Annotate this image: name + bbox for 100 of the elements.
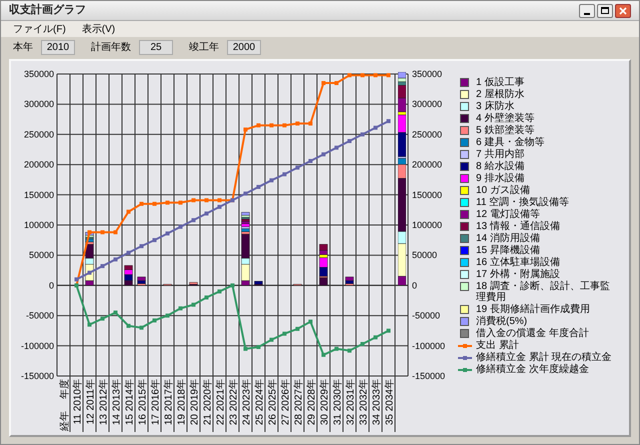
point bbox=[334, 81, 338, 86]
x-axis-label: 28 2027年 bbox=[294, 379, 304, 426]
legend-label: 15 昇降機設備 bbox=[476, 245, 540, 256]
y-axis-label: 300000 bbox=[412, 99, 442, 110]
point bbox=[192, 198, 196, 202]
x-axis-label: 18 2017年 bbox=[164, 379, 174, 426]
point bbox=[152, 238, 156, 242]
minimize-button[interactable] bbox=[579, 4, 595, 18]
point bbox=[360, 73, 364, 78]
point bbox=[178, 200, 182, 205]
point bbox=[114, 257, 118, 262]
x-axis-label: 32 2031年 bbox=[346, 379, 356, 426]
x-axis-label: 33 2032年 bbox=[358, 379, 370, 426]
legend-label: 7 共用内部 bbox=[476, 149, 524, 160]
point bbox=[192, 302, 196, 307]
point bbox=[348, 73, 352, 78]
point bbox=[230, 283, 234, 288]
point bbox=[256, 184, 260, 189]
point bbox=[348, 348, 352, 353]
legend-label: 支出 累計 bbox=[476, 340, 519, 351]
point bbox=[140, 326, 144, 330]
y-axis-label: 50000 bbox=[412, 250, 438, 260]
y-axis-label: 100000 bbox=[412, 220, 442, 230]
legend-label: 14 消防用設備 bbox=[476, 233, 540, 244]
legend-label: 18 調査・診断、設計、工事監理費用 bbox=[476, 281, 611, 303]
point bbox=[100, 264, 104, 268]
point bbox=[140, 202, 144, 206]
y-axis-label: 150000 bbox=[24, 190, 54, 200]
point bbox=[126, 324, 130, 328]
x-axis-label: 21 2020年 bbox=[202, 379, 214, 426]
point bbox=[348, 139, 352, 144]
menu-item[interactable]: 表示(V) bbox=[82, 22, 116, 36]
point bbox=[322, 152, 326, 156]
point bbox=[270, 123, 274, 128]
point bbox=[296, 166, 300, 170]
point bbox=[218, 289, 222, 294]
value-field: 2000 bbox=[227, 40, 261, 54]
y-axis-label: -100000 bbox=[412, 340, 446, 351]
point bbox=[360, 132, 364, 136]
y-axis-label: 350000 bbox=[24, 69, 54, 79]
x-axis-label: 12 2011年 bbox=[86, 379, 96, 424]
x-axis-label: 17 2016年 bbox=[150, 379, 162, 426]
field-label: 本年 bbox=[13, 40, 33, 54]
close-icon bbox=[619, 6, 627, 14]
y-axis-label: -150000 bbox=[412, 371, 446, 381]
x-axis-label: 30 2029年 bbox=[320, 379, 330, 426]
y-axis-label: 350000 bbox=[412, 69, 442, 79]
point bbox=[360, 342, 364, 346]
legend-label: 2 屋根防水 bbox=[476, 89, 524, 100]
point bbox=[244, 346, 248, 351]
legend-label: 17 外構・附属施設 bbox=[476, 269, 560, 280]
legend-label: 11 空調・換気設備等 bbox=[476, 197, 570, 208]
legend-label: 12 電灯設備等 bbox=[476, 209, 540, 220]
point bbox=[88, 322, 92, 327]
value-field: 2010 bbox=[41, 40, 75, 54]
x-axis-label: 26 2025年 bbox=[268, 379, 278, 426]
y-axis-label: 0 bbox=[48, 280, 54, 290]
point bbox=[244, 128, 248, 132]
close-button[interactable] bbox=[615, 4, 631, 18]
x-axis-label: 34 2033年 bbox=[372, 379, 382, 426]
maximize-button[interactable] bbox=[597, 4, 613, 18]
x-axis-label: 23 2022年 bbox=[228, 379, 240, 426]
point bbox=[308, 122, 312, 126]
point bbox=[256, 123, 260, 128]
point bbox=[204, 212, 208, 216]
legend-label: 6 建具・金物等 bbox=[476, 137, 544, 148]
point bbox=[374, 335, 378, 340]
legend-label: 10 ガス設備 bbox=[476, 185, 530, 196]
legend-label: 1 仮設工事 bbox=[476, 77, 524, 88]
y-axis-label: 250000 bbox=[24, 129, 54, 140]
field-label: 竣工年 bbox=[189, 40, 219, 54]
legend-label: 13 情報・通信設備 bbox=[476, 221, 560, 232]
legend-label: 19 長期修繕計画作成費用 bbox=[476, 304, 590, 315]
x-axis-label: 16 2015年 bbox=[138, 379, 148, 426]
window-title: 収支計画グラフ bbox=[9, 2, 86, 18]
y-axis-label: 300000 bbox=[24, 99, 54, 110]
point bbox=[204, 198, 208, 202]
point bbox=[374, 73, 378, 78]
point bbox=[166, 200, 170, 205]
menu-item[interactable]: ファイル(F) bbox=[13, 22, 66, 36]
x-axis-label: 25 2024年 bbox=[254, 379, 266, 426]
x-axis-label: 11 2010年 bbox=[72, 379, 84, 424]
point bbox=[386, 328, 390, 333]
legend-label: 借入金の償還金 年度合計 bbox=[476, 328, 589, 339]
point bbox=[192, 218, 196, 222]
y-axis-label: 0 bbox=[412, 280, 418, 290]
point bbox=[296, 326, 300, 331]
y-axis-label: -100000 bbox=[20, 340, 54, 351]
x-axis-label: 15 2014年 bbox=[124, 379, 136, 426]
point bbox=[74, 277, 78, 282]
x-axis-label: 20 2019年 bbox=[190, 379, 200, 426]
x-axis-label: 14 2013年 bbox=[112, 379, 122, 426]
point bbox=[152, 318, 156, 322]
point bbox=[126, 250, 130, 255]
point bbox=[204, 295, 208, 300]
point bbox=[282, 123, 286, 128]
legend-label: 消費税(5%) bbox=[476, 316, 528, 327]
y-axis-label: 200000 bbox=[412, 160, 442, 170]
legend-label: 16 立体駐車場設備 bbox=[476, 257, 560, 268]
point bbox=[282, 172, 286, 176]
